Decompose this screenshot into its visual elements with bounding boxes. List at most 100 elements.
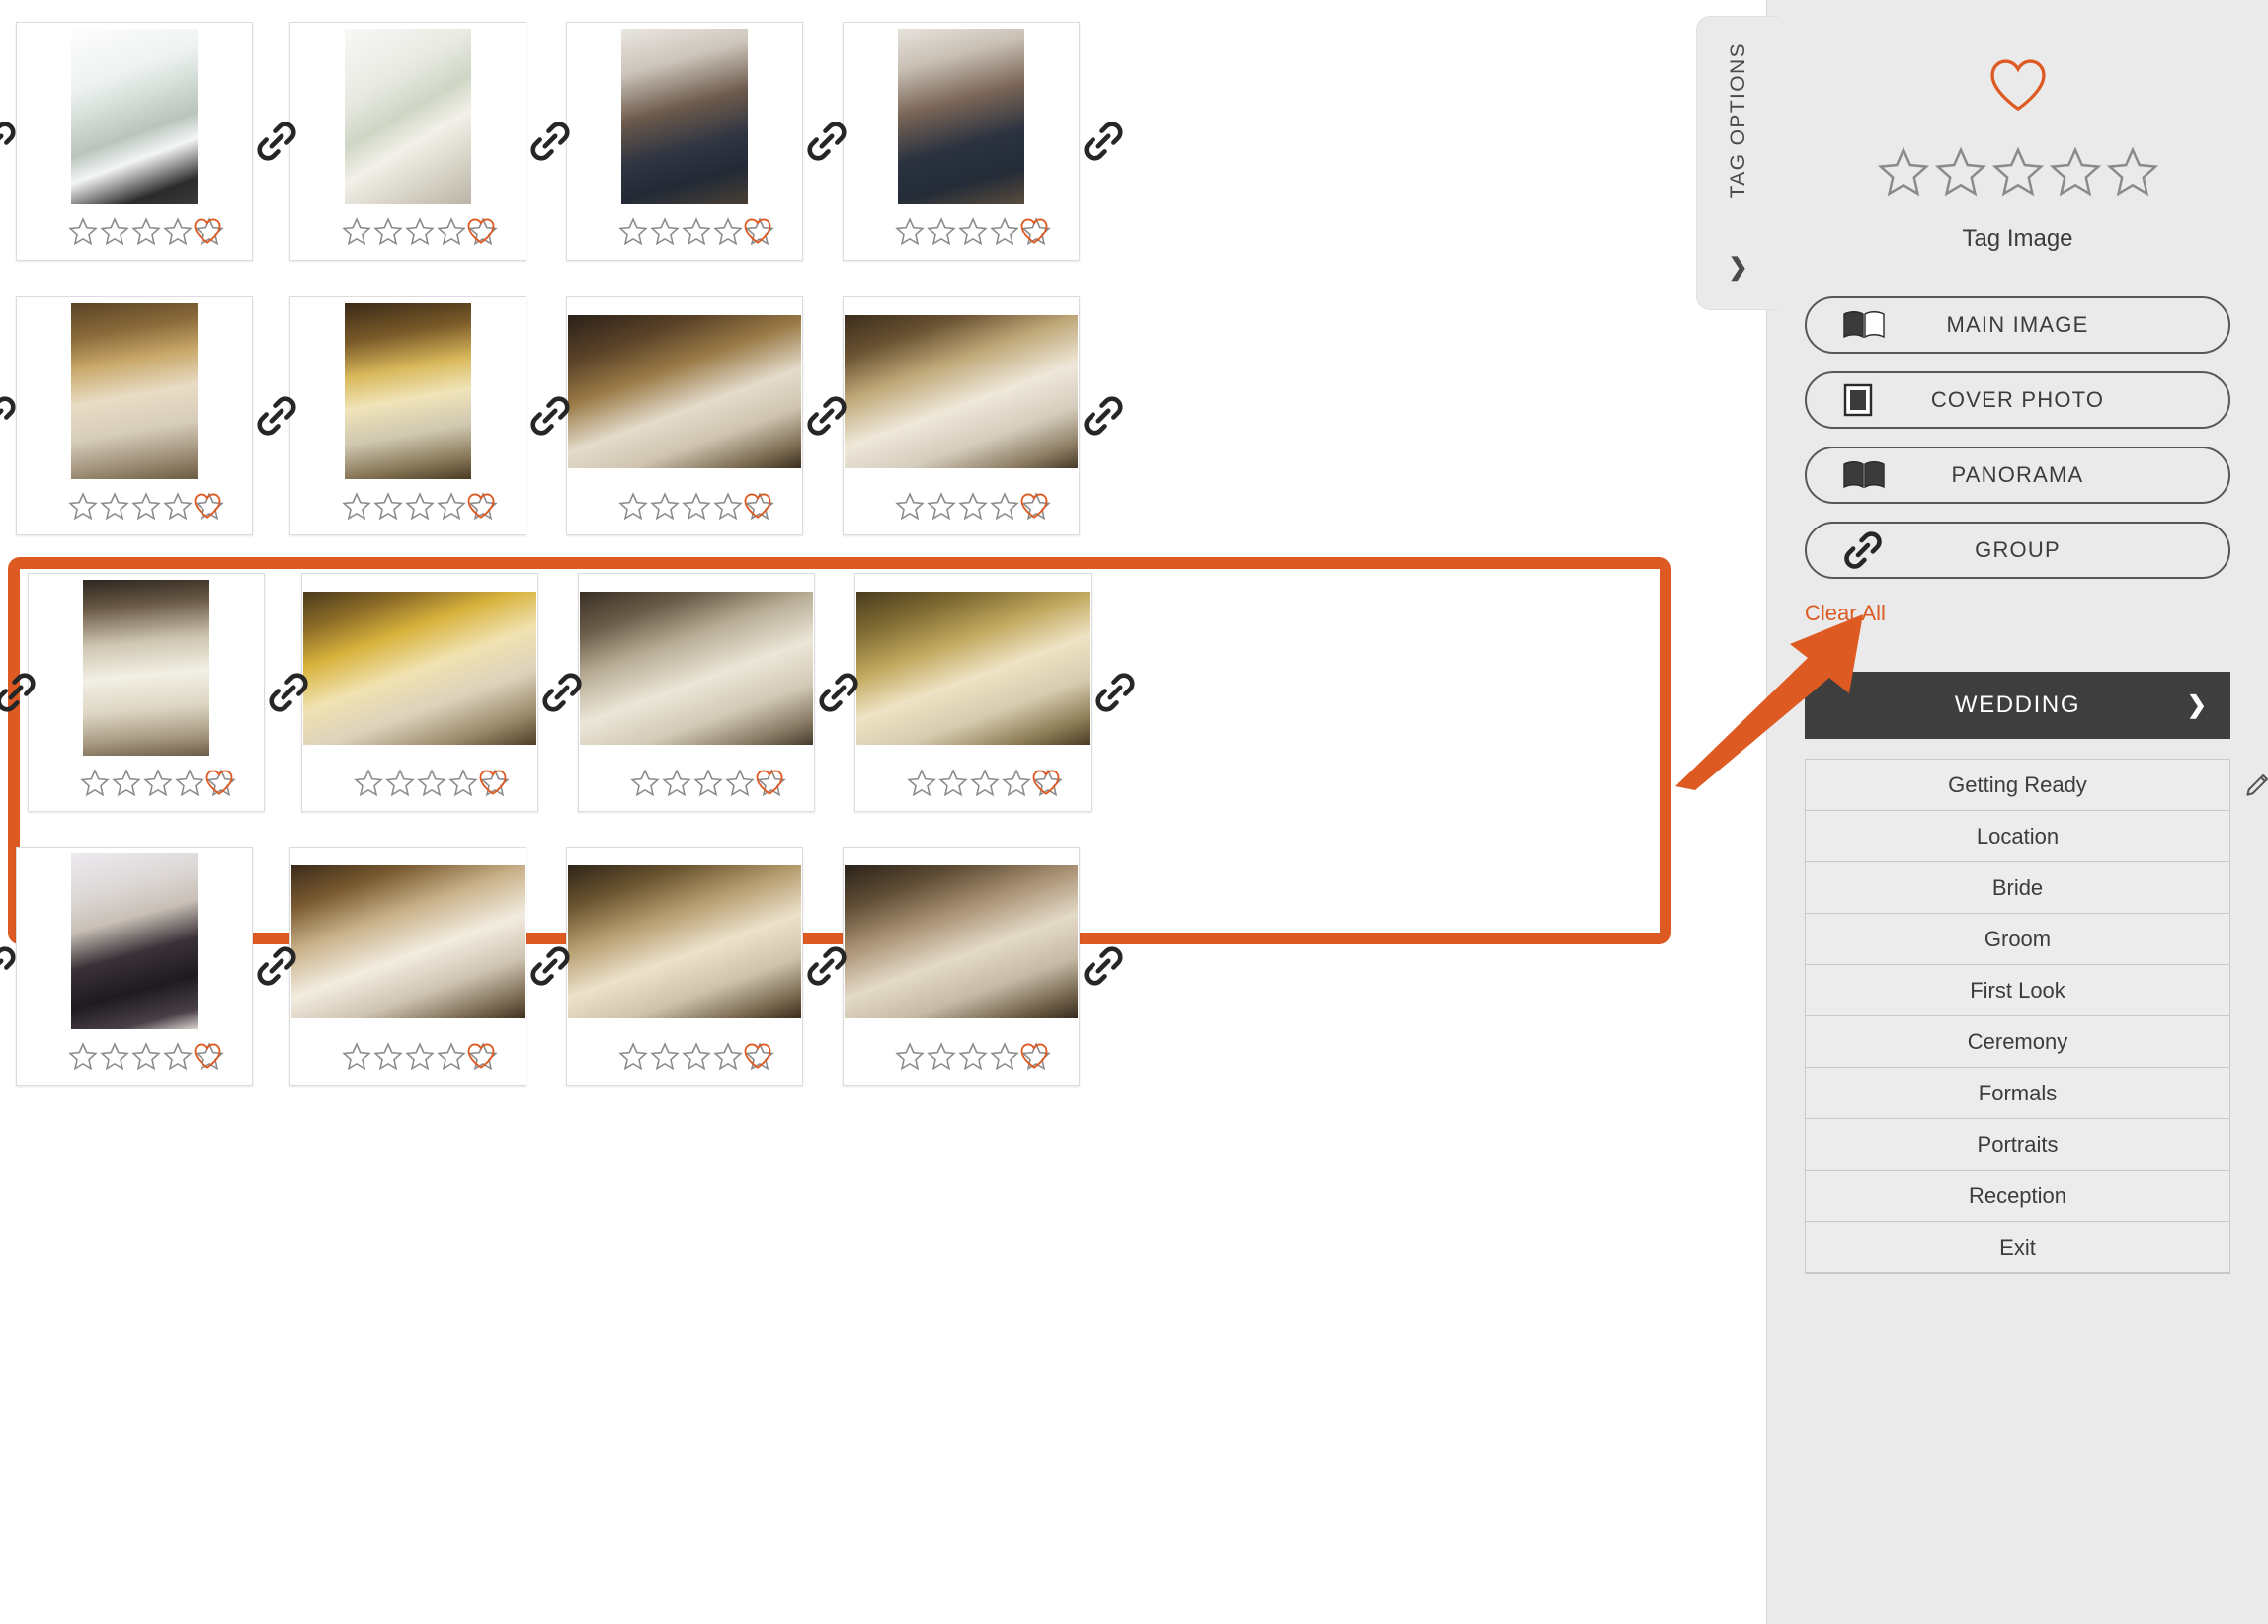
panel-rating-stars[interactable]	[1805, 146, 2230, 198]
link-group-icon[interactable]	[805, 944, 849, 988]
card-favorite-heart-button[interactable]	[1031, 770, 1061, 796]
pencil-edit-icon[interactable]	[2243, 770, 2268, 799]
link-group-icon[interactable]	[0, 120, 18, 163]
star-icon[interactable]	[990, 1041, 1019, 1071]
thumbnail-container[interactable]	[844, 848, 1079, 1027]
thumbnail-container[interactable]	[579, 574, 814, 754]
star-icon[interactable]	[650, 491, 680, 521]
star-icon[interactable]	[907, 768, 936, 797]
link-group-icon[interactable]	[255, 394, 298, 438]
photo-card[interactable]	[566, 847, 803, 1086]
thumbnail-container[interactable]	[302, 574, 537, 754]
card-favorite-heart-button[interactable]	[743, 1043, 772, 1070]
star-icon[interactable]	[448, 768, 478, 797]
thumbnail-container[interactable]	[290, 297, 526, 479]
photo-card[interactable]	[289, 22, 526, 261]
card-favorite-heart-button[interactable]	[478, 770, 508, 796]
category-item-getting-ready[interactable]: Getting Ready	[1806, 760, 2229, 811]
group-button[interactable]: GROUP	[1805, 522, 2230, 579]
star-icon[interactable]	[713, 216, 743, 246]
star-icon[interactable]	[100, 1041, 129, 1071]
star-icon[interactable]	[163, 1041, 193, 1071]
star-icon[interactable]	[437, 216, 466, 246]
link-group-icon[interactable]	[1094, 671, 1137, 714]
link-group-icon[interactable]	[255, 944, 298, 988]
panorama-button[interactable]: PANORAMA	[1805, 447, 2230, 504]
photo-thumbnail[interactable]	[291, 864, 525, 1018]
clear-all-link[interactable]: Clear All	[1805, 601, 1886, 626]
thumbnail-container[interactable]	[567, 297, 802, 477]
photo-thumbnail[interactable]	[71, 303, 198, 479]
star-icon[interactable]	[682, 491, 711, 521]
card-favorite-heart-button[interactable]	[193, 1043, 222, 1070]
star-icon[interactable]	[100, 491, 129, 521]
photo-thumbnail[interactable]	[71, 29, 198, 204]
thumbnail-container[interactable]	[17, 23, 252, 204]
photo-thumbnail[interactable]	[71, 853, 198, 1029]
star-icon[interactable]	[1934, 146, 1987, 198]
photo-thumbnail[interactable]	[580, 591, 813, 745]
star-icon[interactable]	[143, 768, 173, 797]
cover-photo-button[interactable]: COVER PHOTO	[1805, 371, 2230, 429]
star-icon[interactable]	[354, 768, 383, 797]
link-group-icon[interactable]	[805, 120, 849, 163]
star-icon[interactable]	[385, 768, 415, 797]
star-icon[interactable]	[68, 216, 98, 246]
category-item-exit[interactable]: Exit	[1806, 1222, 2229, 1273]
star-icon[interactable]	[405, 216, 435, 246]
photo-thumbnail[interactable]	[845, 314, 1078, 468]
photo-card[interactable]	[28, 573, 265, 812]
photo-row[interactable]	[0, 833, 1679, 1220]
photo-thumbnail[interactable]	[856, 591, 1090, 745]
link-group-icon[interactable]	[817, 671, 860, 714]
photo-thumbnail[interactable]	[83, 580, 209, 756]
star-icon[interactable]	[405, 1041, 435, 1071]
photo-thumbnail[interactable]	[345, 29, 471, 204]
photo-card[interactable]	[854, 573, 1092, 812]
star-icon[interactable]	[970, 768, 1000, 797]
star-icon[interactable]	[650, 1041, 680, 1071]
link-group-icon[interactable]	[1082, 944, 1125, 988]
card-favorite-heart-button[interactable]	[193, 493, 222, 520]
photo-card[interactable]	[566, 22, 803, 261]
thumbnail-container[interactable]	[29, 574, 264, 756]
card-favorite-heart-button[interactable]	[193, 218, 222, 245]
photo-thumbnail[interactable]	[621, 29, 748, 204]
star-icon[interactable]	[990, 216, 1019, 246]
star-icon[interactable]	[927, 1041, 956, 1071]
star-icon[interactable]	[927, 491, 956, 521]
link-group-icon[interactable]	[0, 394, 18, 438]
star-icon[interactable]	[342, 491, 371, 521]
link-group-icon[interactable]	[255, 120, 298, 163]
card-favorite-heart-button[interactable]	[466, 218, 496, 245]
photo-thumbnail[interactable]	[845, 864, 1078, 1018]
photo-card[interactable]	[301, 573, 538, 812]
thumbnail-container[interactable]	[567, 23, 802, 204]
star-icon[interactable]	[405, 491, 435, 521]
card-favorite-heart-button[interactable]	[743, 218, 772, 245]
thumbnail-container[interactable]	[290, 23, 526, 204]
star-icon[interactable]	[618, 1041, 648, 1071]
star-icon[interactable]	[662, 768, 691, 797]
photo-card[interactable]	[843, 296, 1080, 535]
thumbnail-container[interactable]	[844, 23, 1079, 204]
photo-thumbnail[interactable]	[898, 29, 1024, 204]
star-icon[interactable]	[630, 768, 660, 797]
card-favorite-heart-button[interactable]	[466, 1043, 496, 1070]
star-icon[interactable]	[618, 491, 648, 521]
photo-thumbnail[interactable]	[568, 864, 801, 1018]
link-group-icon[interactable]	[805, 394, 849, 438]
photo-card[interactable]	[16, 22, 253, 261]
photo-card[interactable]	[578, 573, 815, 812]
link-group-icon[interactable]	[528, 120, 572, 163]
category-item-groom[interactable]: Groom	[1806, 914, 2229, 965]
star-icon[interactable]	[100, 216, 129, 246]
card-favorite-heart-button[interactable]	[755, 770, 784, 796]
category-item-portraits[interactable]: Portraits	[1806, 1119, 2229, 1171]
link-group-icon[interactable]	[528, 394, 572, 438]
link-group-icon[interactable]	[1082, 120, 1125, 163]
star-icon[interactable]	[895, 1041, 925, 1071]
category-item-formals[interactable]: Formals	[1806, 1068, 2229, 1119]
star-icon[interactable]	[1877, 146, 1930, 198]
star-icon[interactable]	[342, 216, 371, 246]
